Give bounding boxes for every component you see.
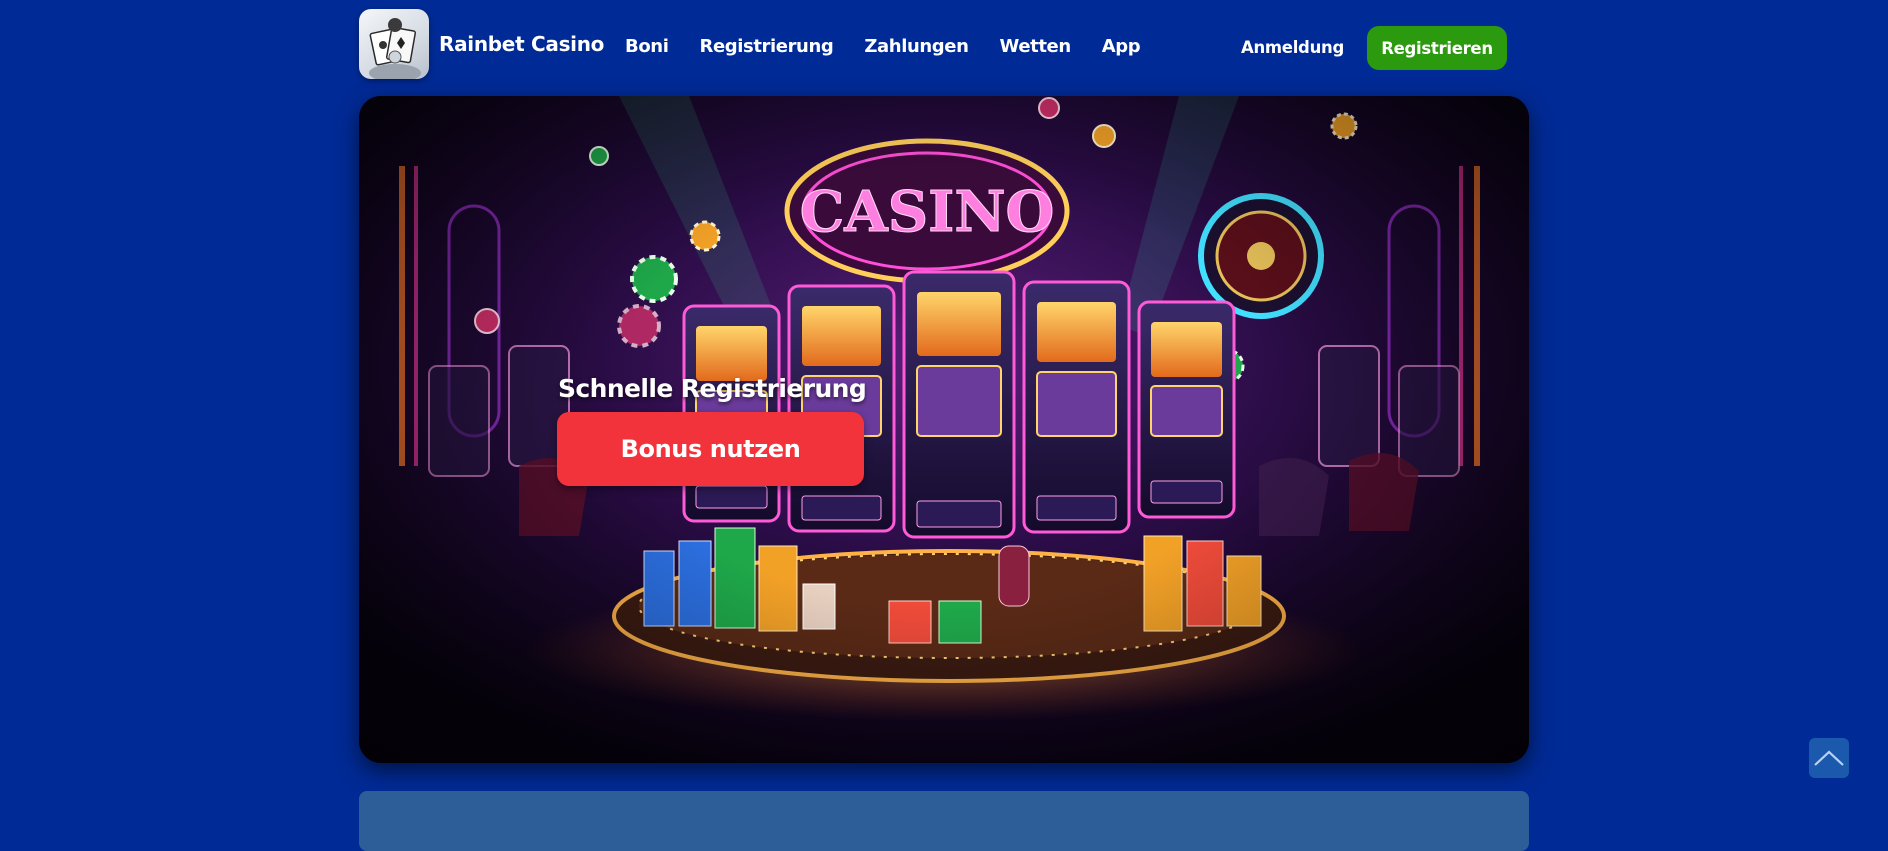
bonus-button[interactable]: Bonus nutzen (557, 412, 864, 486)
hero-title: Schnelle Registrierung (558, 374, 867, 403)
scroll-top-button[interactable] (1809, 738, 1849, 778)
hero-banner: CASINO Schnelle Registrierung Bonus nutz… (359, 96, 1529, 763)
nav-item-wetten[interactable]: Wetten (1000, 36, 1072, 57)
site-logo[interactable] (359, 9, 429, 79)
login-link[interactable]: Anmeldung (1241, 38, 1344, 57)
brand-name[interactable]: Rainbet Casino (439, 32, 604, 56)
nav-item-zahlungen[interactable]: Zahlungen (864, 36, 969, 57)
card-dealer-logo-icon (369, 18, 421, 79)
neon-casino-slot-machines-image: CASINO (359, 96, 1529, 763)
nav-item-registrierung[interactable]: Registrierung (699, 36, 833, 57)
svg-text:CASINO: CASINO (800, 179, 1055, 245)
register-button[interactable]: Registrieren (1367, 26, 1507, 70)
site-header: Rainbet Casino Boni Registrierung Zahlun… (359, 9, 1529, 79)
chevron-up-icon (1814, 750, 1844, 766)
content-panel (359, 791, 1529, 851)
main-nav: Boni Registrierung Zahlungen Wetten App (625, 36, 1171, 57)
nav-item-app[interactable]: App (1102, 36, 1141, 57)
nav-item-boni[interactable]: Boni (625, 36, 669, 57)
